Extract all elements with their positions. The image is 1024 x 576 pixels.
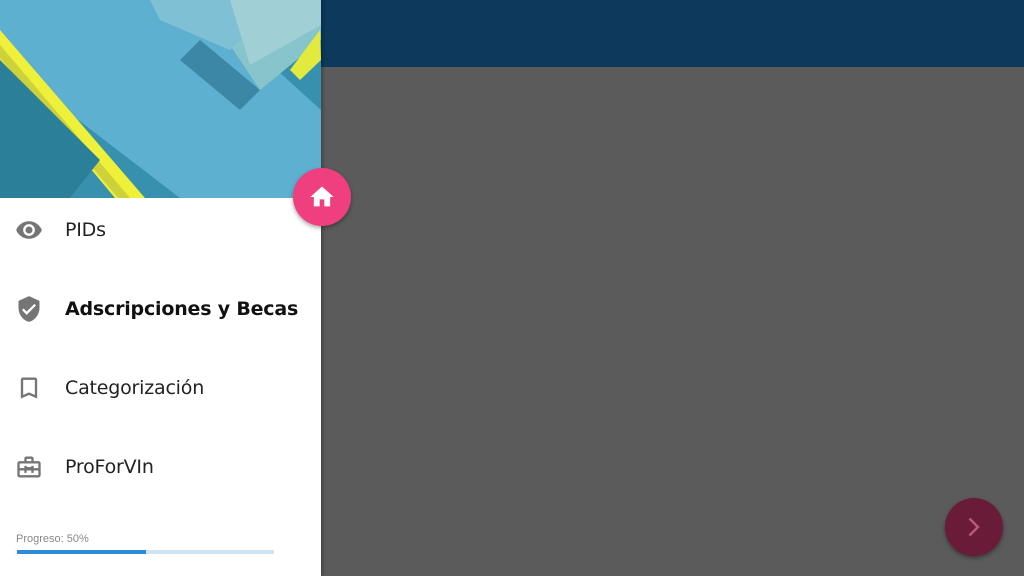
home-icon bbox=[310, 186, 334, 207]
menu-item-proforvin[interactable]: ProForVIn bbox=[0, 438, 321, 498]
menu-item-label: Categorización bbox=[65, 377, 205, 399]
drawer-header-image bbox=[0, 0, 321, 198]
navigation-drawer: PIDs Adscripciones y Becas Categorizació… bbox=[0, 0, 321, 576]
menu-item-label: PIDs bbox=[65, 219, 106, 241]
menu-item-pids[interactable]: PIDs bbox=[0, 201, 321, 261]
progress-bar-fill bbox=[17, 550, 146, 554]
verified-shield-icon bbox=[15, 295, 43, 323]
briefcase-icon bbox=[15, 453, 43, 481]
eye-icon bbox=[15, 216, 43, 244]
progress-label: Progreso: 50% bbox=[16, 533, 89, 545]
menu-item-categorizacion[interactable]: Categorización bbox=[0, 359, 321, 419]
home-button[interactable] bbox=[293, 168, 351, 226]
menu-item-adscripciones-y-becas[interactable]: Adscripciones y Becas bbox=[0, 280, 321, 340]
menu-item-label: Adscripciones y Becas bbox=[65, 298, 299, 320]
chevron-right-icon bbox=[968, 517, 980, 537]
next-button[interactable] bbox=[945, 498, 1003, 556]
bookmark-icon bbox=[15, 374, 43, 402]
progress-bar bbox=[17, 550, 274, 554]
menu-item-label: ProForVIn bbox=[65, 456, 154, 478]
